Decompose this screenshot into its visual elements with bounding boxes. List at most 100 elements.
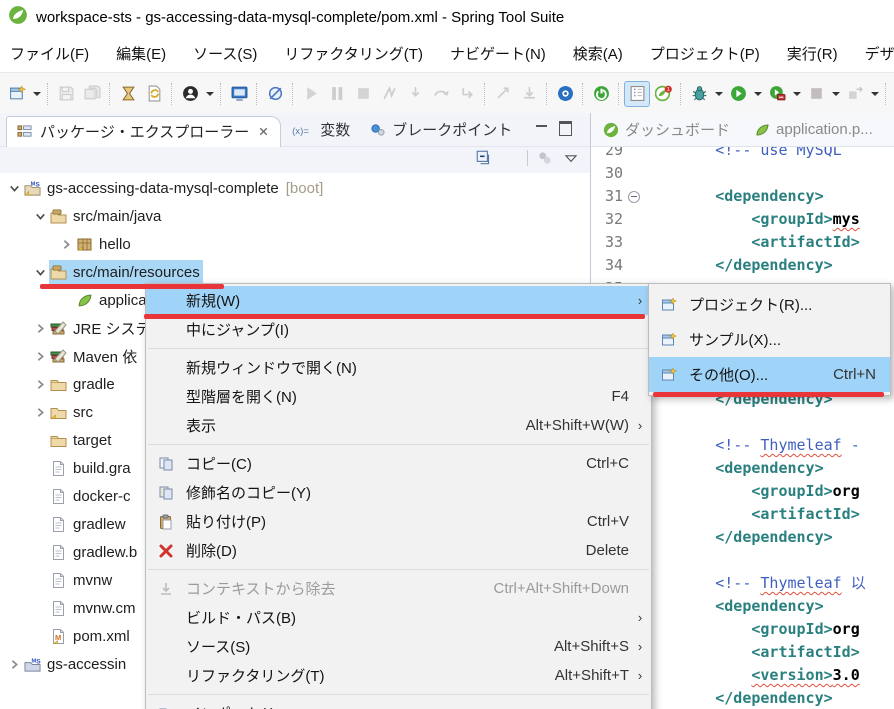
skip-breakpoints-button[interactable] bbox=[263, 82, 287, 106]
submenu-arrow-icon: › bbox=[629, 639, 651, 654]
context-menu-item-8[interactable]: コピー(C)Ctrl+C bbox=[146, 449, 651, 478]
new-submenu: プロジェクト(R)... サンプル(X)... その他(O)...Ctrl+N bbox=[648, 283, 891, 396]
spring-leaf-icon bbox=[8, 5, 28, 30]
context-menu-item-6[interactable]: 表示Alt+Shift+W(W)› bbox=[146, 411, 651, 440]
package-icon bbox=[75, 236, 94, 253]
menubar-item-6[interactable]: 検索(A) bbox=[573, 43, 623, 64]
new-wizard-icon bbox=[657, 332, 681, 348]
toolbar-separator bbox=[171, 83, 173, 105]
view-tab-2[interactable]: (x)=変数 bbox=[281, 119, 360, 140]
new-submenu-item-2[interactable]: サンプル(X)... bbox=[649, 322, 890, 357]
context-menu-item-18[interactable]: インポート(I)... bbox=[146, 699, 651, 709]
fold-column bbox=[626, 147, 643, 162]
new-submenu-item-3[interactable]: その他(O)...Ctrl+N bbox=[649, 357, 890, 392]
context-menu-item-14[interactable]: ビルド・パス(B)› bbox=[146, 603, 651, 632]
new-wizard-button[interactable] bbox=[5, 82, 29, 106]
context-menu-item-15[interactable]: ソース(S)Alt+Shift+S› bbox=[146, 632, 651, 661]
editor-tab-1[interactable]: ダッシュボード bbox=[591, 113, 742, 146]
chevron-none bbox=[32, 488, 49, 505]
fold-collapse-icon[interactable] bbox=[626, 185, 643, 208]
menubar-item-4[interactable]: リファクタリング(T) bbox=[284, 43, 423, 64]
chevron-down-icon[interactable] bbox=[32, 264, 49, 281]
run-button[interactable] bbox=[726, 82, 750, 106]
context-menu-item-4[interactable]: 新規ウィンドウで開く(N) bbox=[146, 353, 651, 382]
stop-button bbox=[804, 82, 828, 106]
view-tab-1[interactable]: パッケージ・エクスプローラー bbox=[6, 116, 281, 147]
focus-icon[interactable] bbox=[536, 149, 554, 167]
code-line: 32 <groupId>mys bbox=[591, 208, 894, 231]
submenu-arrow-icon: › bbox=[629, 668, 651, 683]
new-submenu-item-1[interactable]: プロジェクト(R)... bbox=[649, 287, 890, 322]
close-icon[interactable] bbox=[257, 125, 270, 138]
chevron-right-icon[interactable] bbox=[32, 376, 49, 393]
editor-tab-label: ダッシュボード bbox=[625, 119, 730, 140]
code-segment bbox=[643, 482, 751, 500]
open-console-button[interactable] bbox=[227, 82, 251, 106]
context-menu-item-5[interactable]: 型階層を開く(N)F4 bbox=[146, 382, 651, 411]
code-line: 29 <!-- use MySQL bbox=[591, 147, 894, 162]
refresh-gradle-button[interactable] bbox=[142, 82, 166, 106]
paste-icon bbox=[153, 514, 179, 530]
tree-item-2[interactable]: src/main/java bbox=[0, 202, 590, 230]
menubar-item-9[interactable]: デザイン(D) bbox=[865, 43, 894, 64]
code-segment: org bbox=[833, 482, 860, 500]
tree-item-1[interactable]: MSgs-accessing-data-mysql-complete[boot] bbox=[0, 174, 590, 202]
chevron-right-icon[interactable] bbox=[58, 236, 75, 253]
tree-item-3[interactable]: hello bbox=[0, 230, 590, 258]
debug-button[interactable] bbox=[687, 82, 711, 106]
menubar-item-2[interactable]: 編集(E) bbox=[116, 43, 166, 64]
tree-item-label: src/main/resources bbox=[73, 264, 200, 281]
menubar-item-3[interactable]: ソース(S) bbox=[193, 43, 257, 64]
start-stop-button[interactable] bbox=[589, 82, 613, 106]
debug-dropdown-icon[interactable] bbox=[715, 92, 723, 96]
stop-dropdown-icon[interactable] bbox=[832, 92, 840, 96]
menu-item-label: サンプル(X)... bbox=[689, 329, 781, 350]
sts-window: workspace-sts - gs-accessing-data-mysql-… bbox=[0, 0, 894, 709]
chevron-down-icon[interactable] bbox=[32, 208, 49, 225]
context-menu-item-10[interactable]: 貼り付け(P)Ctrl+V bbox=[146, 507, 651, 536]
menubar-item-8[interactable]: 実行(R) bbox=[787, 43, 838, 64]
new-wizard-dropdown-icon[interactable] bbox=[33, 92, 41, 96]
code-segment: 3.0 bbox=[833, 666, 860, 684]
user-profile-button[interactable] bbox=[178, 82, 202, 106]
context-menu-item-1[interactable]: 新規(W)› bbox=[146, 286, 651, 315]
boot-dashboard-button[interactable] bbox=[553, 82, 577, 106]
window-titlebar: workspace-sts - gs-accessing-data-mysql-… bbox=[0, 0, 894, 34]
svg-text:S: S bbox=[36, 658, 41, 665]
link-with-editor-icon[interactable] bbox=[501, 149, 519, 167]
tree-item-label: src/main/java bbox=[73, 208, 161, 225]
run-dropdown-icon[interactable] bbox=[754, 92, 762, 96]
build-all-button[interactable] bbox=[116, 82, 140, 106]
view-menu-icon[interactable] bbox=[562, 149, 580, 167]
display-console-button[interactable] bbox=[625, 82, 649, 106]
profile-dropdown-icon[interactable] bbox=[793, 92, 801, 96]
view-tab-3[interactable]: ブレークポイント bbox=[360, 119, 522, 140]
context-menu-item-16[interactable]: リファクタリング(T)Alt+Shift+T› bbox=[146, 661, 651, 690]
chevron-right-icon[interactable] bbox=[32, 320, 49, 337]
tree-item-4[interactable]: src/main/resources bbox=[0, 258, 590, 286]
context-menu-item-9[interactable]: 修飾名のコピー(Y) bbox=[146, 478, 651, 507]
profile-button[interactable] bbox=[765, 82, 789, 106]
chevron-right-icon[interactable] bbox=[6, 656, 23, 673]
code-segment: mys bbox=[833, 210, 860, 228]
tree-item-label: gs-accessing-data-mysql-complete bbox=[47, 180, 279, 197]
chevron-down-icon[interactable] bbox=[6, 180, 23, 197]
relaunch-dropdown-icon[interactable] bbox=[871, 92, 879, 96]
editor-tab-label: application.p... bbox=[776, 121, 873, 138]
chevron-right-icon[interactable] bbox=[32, 404, 49, 421]
minimize-icon[interactable] bbox=[536, 121, 547, 132]
chevron-right-icon[interactable] bbox=[32, 348, 49, 365]
editor-tab-2[interactable]: application.p... bbox=[742, 113, 885, 146]
menubar-item-7[interactable]: プロジェクト(P) bbox=[650, 43, 760, 64]
maximize-icon[interactable] bbox=[559, 121, 572, 136]
context-menu-item-2[interactable]: 中にジャンプ(I) bbox=[146, 315, 651, 344]
code-line: <dependency> bbox=[643, 595, 894, 618]
toolbar-separator bbox=[885, 83, 887, 105]
menubar-item-1[interactable]: ファイル(F) bbox=[10, 43, 89, 64]
line-number: 33 bbox=[591, 231, 626, 254]
context-menu-item-11[interactable]: 削除(D)Delete bbox=[146, 536, 651, 565]
collapse-all-icon[interactable] bbox=[475, 149, 493, 167]
menubar-item-5[interactable]: ナビゲート(N) bbox=[450, 43, 546, 64]
spring-errors-button[interactable]: 1 bbox=[651, 82, 675, 106]
user-profile-dropdown-icon[interactable] bbox=[206, 92, 214, 96]
